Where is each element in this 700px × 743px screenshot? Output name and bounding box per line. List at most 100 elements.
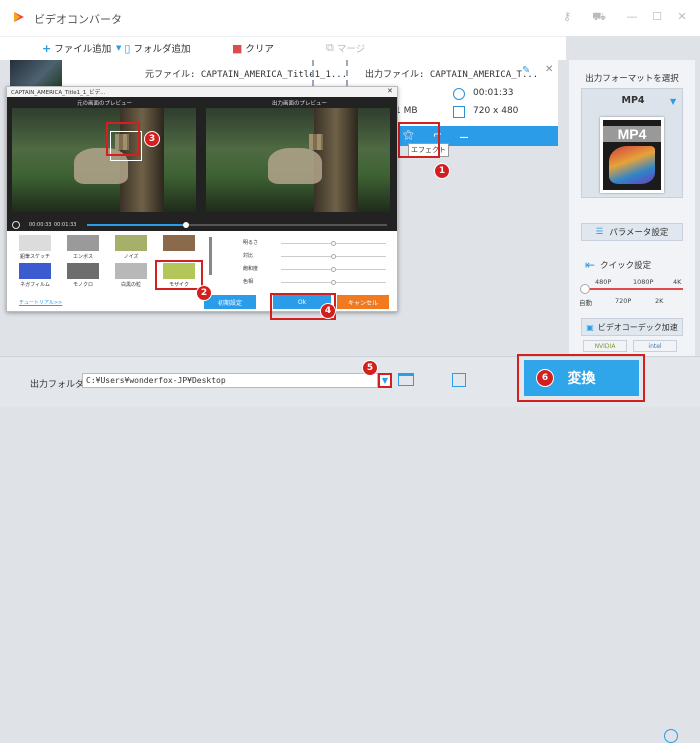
quick-settings-handle[interactable] xyxy=(580,284,590,294)
file-row[interactable]: 元ファイル: CAPTAIN_AMERICA_Title1_1... 出力ファイ… xyxy=(10,60,558,86)
output-file-name: 出力ファイル: CAPTAIN_AMERICA_T... xyxy=(365,70,539,80)
quick-tick: 480P xyxy=(595,278,612,286)
person xyxy=(268,148,322,184)
close-button[interactable]: ✕ xyxy=(675,10,689,24)
parameter-settings-button[interactable]: ☰ パラメータ設定 xyxy=(581,223,683,241)
slider-handle[interactable] xyxy=(330,267,336,272)
reset-button[interactable]: 初期設定 xyxy=(204,295,256,309)
key-icon[interactable]: ⚷ xyxy=(560,10,574,24)
dialog-title-bar: CAPTAIN_AMERICA_Title1_1_ビデ... ✕ xyxy=(7,87,397,97)
quick-settings-slider[interactable] xyxy=(585,288,683,290)
slider-label: 明るさ xyxy=(243,240,259,246)
quick-settings-label: ⇤ クイック設定 xyxy=(585,258,651,272)
selection-highlight xyxy=(106,122,140,156)
effect-thumbnail[interactable] xyxy=(67,263,99,279)
remove-icon[interactable]: ✕ xyxy=(545,64,553,75)
output-preview-title: 出力画面のプレビュー xyxy=(271,101,327,107)
effect-label: 鉛筆スケッチ xyxy=(19,254,50,260)
format-selector[interactable]: MP4 ▼ MP4 xyxy=(581,88,683,198)
quick-settings-text: クイック設定 xyxy=(600,261,652,271)
effect-label: エンボス xyxy=(72,254,93,260)
parameter-settings-label: パラメータ設定 xyxy=(609,228,669,238)
step-badge: 1 xyxy=(434,163,450,179)
tutorial-link[interactable]: チュートリアル>> xyxy=(19,299,62,306)
effect-thumbnail[interactable] xyxy=(19,263,51,279)
file-size: 1 MB xyxy=(395,106,418,116)
step-badge: 2 xyxy=(196,285,212,301)
output-format-panel: 出力フォーマットを選択 MP4 ▼ MP4 ☰ パラメータ設定 ⇤ クイック設定… xyxy=(569,60,695,356)
effect-thumbnail[interactable] xyxy=(115,263,147,279)
cancel-button[interactable]: キャンセル xyxy=(337,295,389,309)
effect-thumbnail[interactable] xyxy=(163,235,195,251)
app-logo-icon xyxy=(14,12,24,22)
merge-icon: ⧉ xyxy=(326,41,334,54)
mosaic-effect-highlight xyxy=(155,260,203,290)
clear-button[interactable]: ■ クリア xyxy=(232,41,274,56)
intel-badge: intel xyxy=(633,340,677,352)
resolution-icon xyxy=(453,106,465,118)
effect-label: ノイズ xyxy=(123,254,139,260)
seek-bar[interactable] xyxy=(87,222,387,228)
effect-label: 白黒の粒 xyxy=(120,282,141,288)
step-badge: 4 xyxy=(320,303,336,319)
format-name: MP4 xyxy=(621,95,645,106)
preview-area: 元の画面のプレビュー 出力画面のプレビュー xyxy=(7,97,397,219)
clock-icon xyxy=(453,88,465,100)
output-preview xyxy=(206,108,390,212)
file-info: 1 MB 00:01:33 720 x 480 xyxy=(395,86,558,126)
slider-label: 対比 xyxy=(243,253,254,259)
format-panel-title: 出力フォーマットを選択 xyxy=(585,74,679,84)
folder-icon: ▯ xyxy=(124,41,131,55)
arrow-icon: ⇤ xyxy=(585,258,596,272)
add-file-button[interactable]: + ファイル追加 xyxy=(42,41,112,56)
subtitle-icon[interactable]: ⚊ xyxy=(459,128,469,141)
video-thumbnail xyxy=(10,60,62,86)
quick-tick: 1080P xyxy=(633,278,654,286)
maximize-button[interactable]: ☐ xyxy=(650,10,664,24)
quick-tick: 4K xyxy=(673,278,682,286)
dropdown-arrow-icon: ▼ xyxy=(116,44,122,52)
step-badge: 3 xyxy=(144,131,160,147)
resolution: 720 x 480 xyxy=(473,106,519,116)
current-time: 00:00:33 xyxy=(29,222,52,228)
quick-tick: 2K xyxy=(655,297,664,305)
output-folder-input[interactable]: C:¥Users¥wonderfox-JP¥Desktop xyxy=(82,373,378,388)
effect-thumbnail[interactable] xyxy=(67,235,99,251)
add-file-label: ファイル追加 xyxy=(54,44,112,55)
nvidia-badge: NVIDIA xyxy=(583,340,627,352)
edit-pencil-icon[interactable]: ✎ xyxy=(522,65,530,76)
output-folder-dropdown[interactable]: ▼ xyxy=(378,373,392,388)
seek-handle[interactable] xyxy=(183,222,189,228)
trash-icon: ■ xyxy=(232,41,243,55)
effect-thumbnail[interactable] xyxy=(115,235,147,251)
slider-handle[interactable] xyxy=(330,254,336,259)
title-bar: ビデオコンバータ ⚷ ⛟ — ☐ ✕ xyxy=(0,0,700,36)
original-preview[interactable] xyxy=(12,108,196,212)
sliders-icon: ☰ xyxy=(595,227,604,237)
slider-label: 色相 xyxy=(243,279,254,285)
original-preview-title: 元の画面のプレビュー xyxy=(76,101,132,107)
effects-scrollbar[interactable] xyxy=(209,237,212,275)
cart-icon[interactable]: ⛟ xyxy=(592,10,606,24)
slider-handle[interactable] xyxy=(330,280,336,285)
plus-icon: + xyxy=(42,41,52,55)
slider-label: 飽和度 xyxy=(243,266,259,272)
minimize-button[interactable]: — xyxy=(625,10,639,24)
format-icon-art xyxy=(609,146,655,184)
dialog-close-button[interactable]: ✕ xyxy=(387,87,393,95)
play-button[interactable] xyxy=(12,221,20,229)
alarm-clock-icon[interactable] xyxy=(664,729,678,743)
add-folder-button[interactable]: ▼ ▯ フォルダ追加 xyxy=(116,41,190,56)
adjustment-sliders: 明るさ対比飽和度色相 xyxy=(243,239,393,289)
hardware-acceleration-button[interactable]: ▣ ビデオコーデック加速 xyxy=(581,318,683,336)
chevron-down-icon: ▼ xyxy=(670,97,677,106)
seek-progress xyxy=(87,224,186,226)
slider-handle[interactable] xyxy=(330,241,336,246)
effect-thumbnail[interactable] xyxy=(19,235,51,251)
merge-button[interactable]: ⧉ マージ xyxy=(326,41,365,55)
output-video-icon[interactable] xyxy=(452,373,466,387)
dialog-title: CAPTAIN_AMERICA_Title1_1_ビデ... xyxy=(11,90,106,96)
open-folder-icon[interactable] xyxy=(398,373,414,386)
step-badge: 6 xyxy=(536,369,554,387)
quick-tick: 720P xyxy=(615,297,632,305)
